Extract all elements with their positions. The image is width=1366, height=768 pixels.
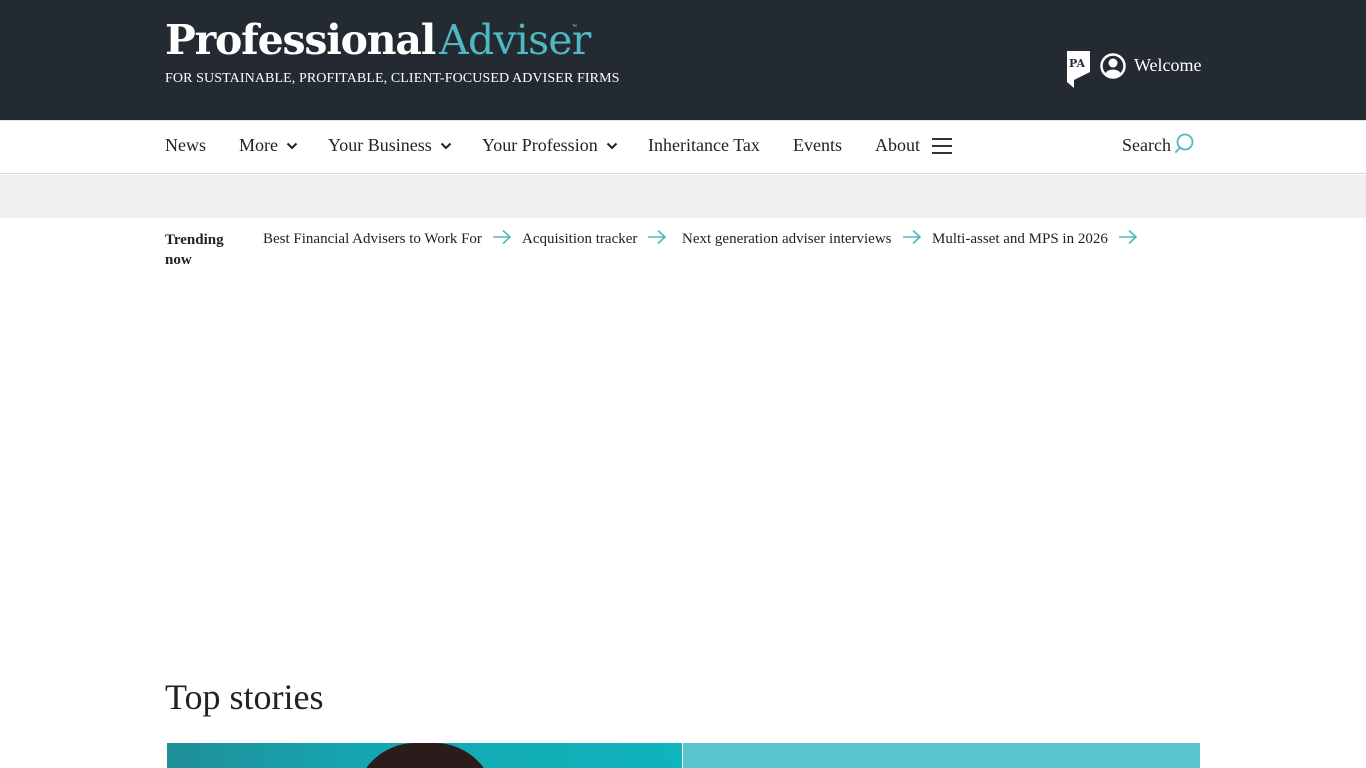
search-link[interactable]: Search xyxy=(1122,135,1171,156)
menu-icon[interactable] xyxy=(932,138,952,154)
story-photo-portrait xyxy=(355,743,495,768)
chevron-down-icon xyxy=(286,142,298,150)
chevron-down-icon xyxy=(440,142,451,150)
nav-item-label: Events xyxy=(793,135,842,155)
chevron-down-icon xyxy=(606,142,617,150)
nav-item-your-profession[interactable]: Your Profession xyxy=(482,135,618,156)
trending-link-label: Multi-asset and MPS in 2026 xyxy=(932,231,1108,247)
trending-link-label: Next generation adviser interviews xyxy=(682,231,892,247)
search-icon[interactable] xyxy=(1175,133,1197,155)
nav-item-about[interactable]: About xyxy=(875,135,920,156)
nav-item-inheritance-tax[interactable]: Inheritance Tax xyxy=(648,135,760,156)
nav-item-news[interactable]: News xyxy=(165,135,206,156)
pa-badge-icon[interactable]: PA xyxy=(1066,50,1091,88)
nav-item-events[interactable]: Events xyxy=(793,135,842,156)
logo-trademark: ™ xyxy=(572,24,577,30)
nav-item-label: News xyxy=(165,135,206,155)
site-tagline: FOR SUSTAINABLE, PROFITABLE, CLIENT-FOCU… xyxy=(165,71,620,86)
nav-item-label: Your Business xyxy=(328,135,432,155)
welcome-link[interactable]: Welcome xyxy=(1134,55,1202,76)
trending-link-label: Best Financial Advisers to Work For xyxy=(263,231,482,247)
nav-item-your-business[interactable]: Your Business xyxy=(328,135,452,156)
site-logo[interactable]: ProfessionalAdviser xyxy=(165,20,591,61)
trending-link[interactable]: Acquisition tracker xyxy=(522,229,667,248)
arrow-right-icon xyxy=(1118,229,1138,245)
nav-item-label: Your Profession xyxy=(482,135,598,155)
trending-link-label: Acquisition tracker xyxy=(522,231,638,247)
pa-badge-text: PA xyxy=(1069,57,1085,70)
logo-adviser: Adviser xyxy=(439,16,591,64)
top-story-image[interactable] xyxy=(167,743,682,768)
arrow-right-icon xyxy=(902,229,921,245)
nav-item-label: Inheritance Tax xyxy=(648,135,760,155)
arrow-right-icon xyxy=(648,229,667,245)
trending-link[interactable]: Best Financial Advisers to Work For xyxy=(263,229,512,248)
trending-link[interactable]: Next generation adviser interviews xyxy=(682,229,922,248)
user-account-icon[interactable] xyxy=(1100,53,1126,79)
logo-professional: Professional xyxy=(165,16,436,64)
nav-item-label: About xyxy=(875,135,920,155)
nav-item-label: More xyxy=(239,135,278,155)
ad-banner-strip xyxy=(0,175,1366,218)
trending-link[interactable]: Multi-asset and MPS in 2026 xyxy=(932,229,1138,248)
section-title-top-stories: Top stories xyxy=(165,677,324,717)
trending-label: Trending now xyxy=(165,232,224,268)
arrow-right-icon xyxy=(492,229,512,245)
top-story-image[interactable] xyxy=(683,743,1200,768)
nav-item-more[interactable]: More xyxy=(239,135,298,156)
